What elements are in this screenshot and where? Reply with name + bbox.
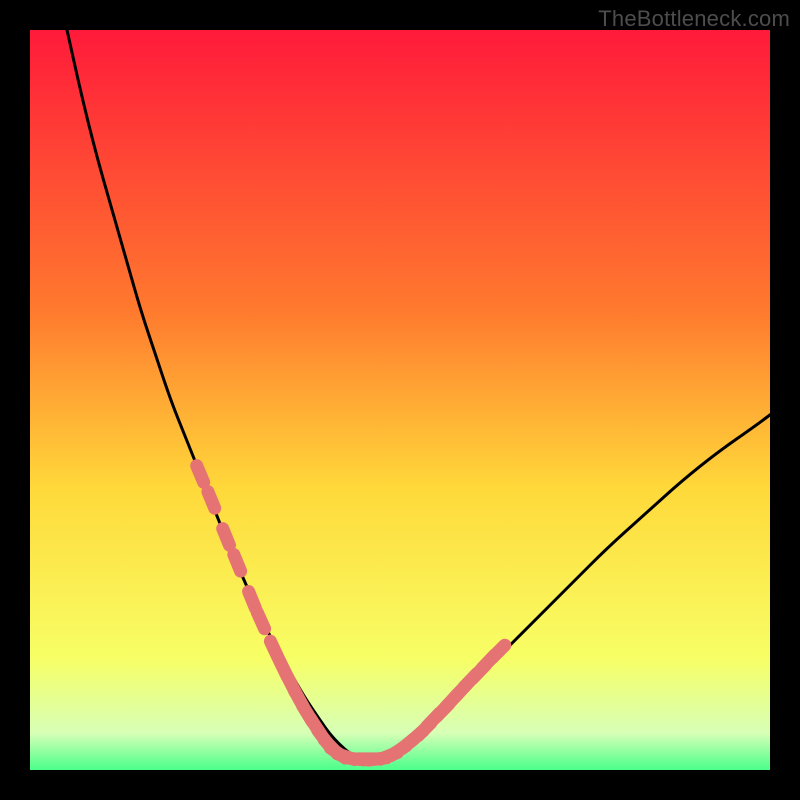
salmon-dash xyxy=(492,645,505,658)
plot-area xyxy=(30,30,770,770)
chart-svg xyxy=(30,30,770,770)
salmon-dash xyxy=(197,466,204,483)
watermark-text: TheBottleneck.com xyxy=(598,6,790,32)
gradient-background xyxy=(30,30,770,770)
salmon-dash xyxy=(257,612,264,628)
salmon-dash xyxy=(234,555,241,572)
salmon-dash xyxy=(208,492,215,509)
salmon-dash xyxy=(223,529,230,546)
salmon-dash xyxy=(249,592,256,609)
outer-frame: TheBottleneck.com xyxy=(0,0,800,800)
